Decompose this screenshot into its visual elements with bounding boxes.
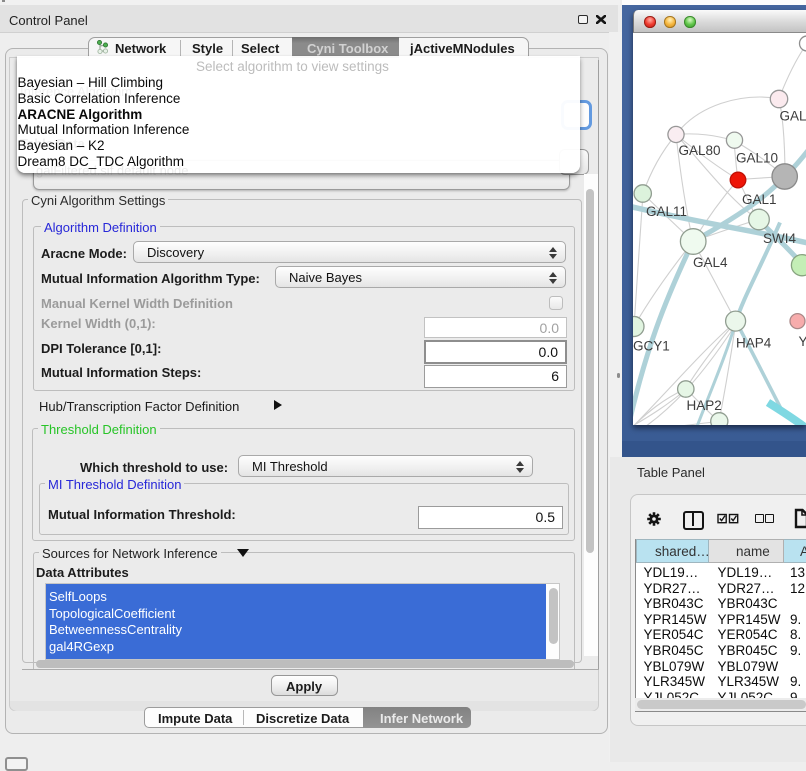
svg-text:GAL1: GAL1 (742, 192, 777, 207)
svg-text:HAP2: HAP2 (687, 398, 722, 413)
svg-text:GAL7: GAL7 (780, 108, 806, 123)
svg-text:Y: Y (799, 334, 806, 349)
svg-text:GAL10: GAL10 (736, 150, 778, 165)
svg-text:GAL80: GAL80 (679, 143, 721, 158)
svg-text:HAP4: HAP4 (736, 335, 772, 350)
svg-text:GAL11: GAL11 (646, 204, 687, 219)
svg-text:SWI4: SWI4 (763, 231, 796, 246)
svg-text:GCY1: GCY1 (633, 338, 670, 353)
svg-text:GAL4: GAL4 (693, 255, 728, 270)
